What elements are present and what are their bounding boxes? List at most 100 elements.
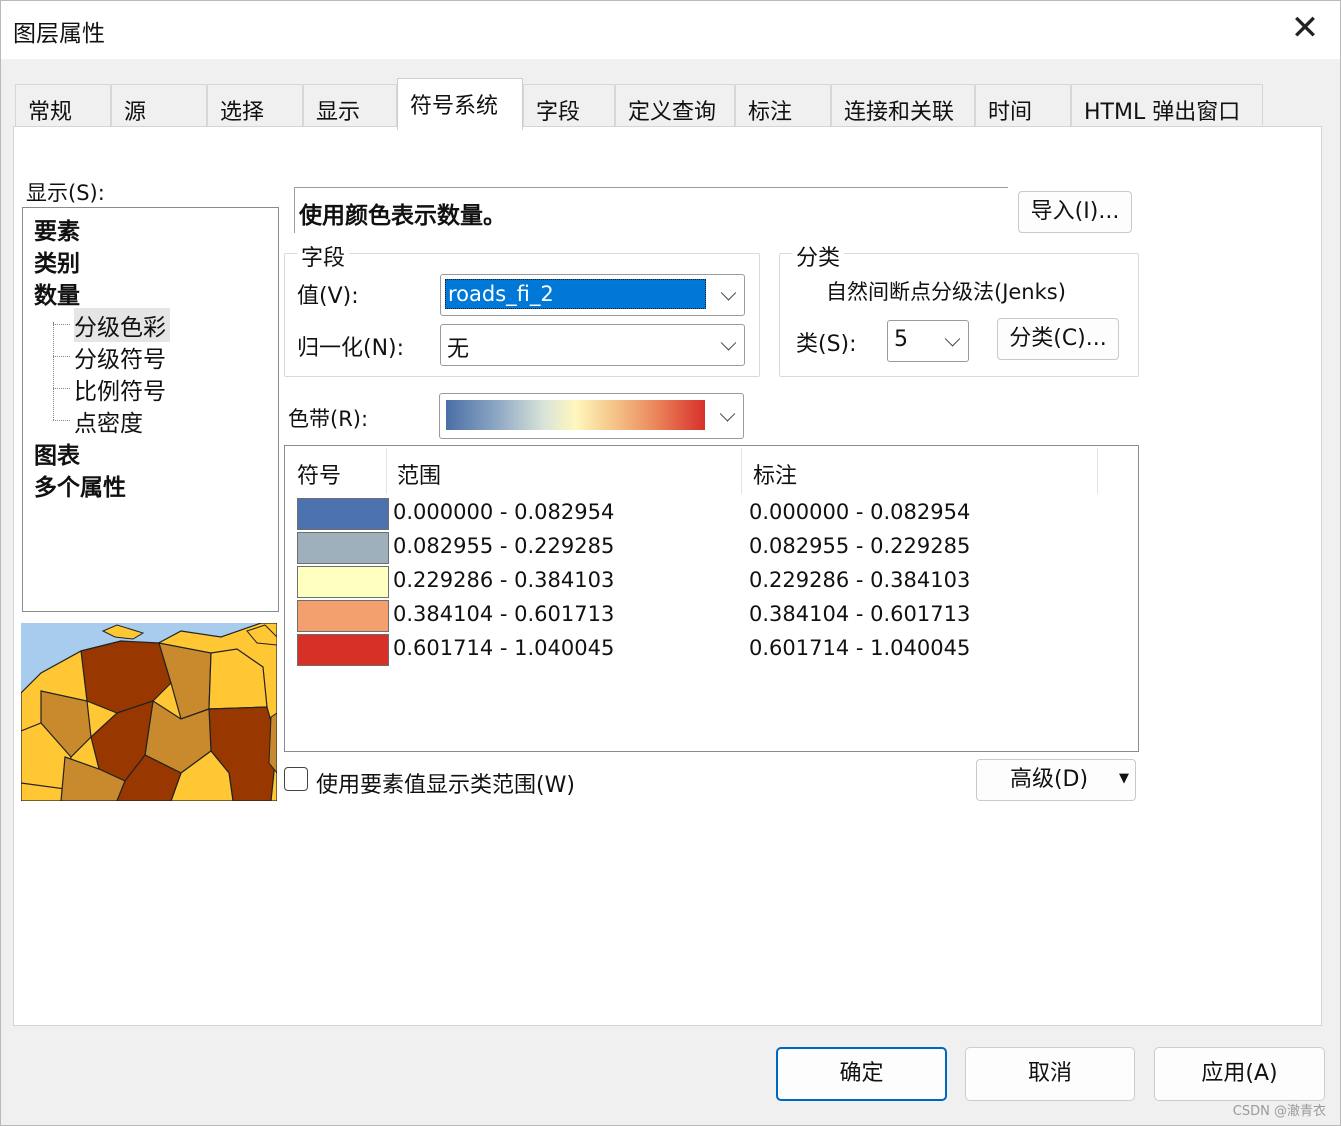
column-header-symbol[interactable]: 符号	[297, 458, 341, 490]
advanced-button-label: 高级(D)	[1009, 767, 1089, 792]
map-preview-image	[21, 623, 277, 801]
chevron-down-icon	[719, 406, 736, 422]
color-ramp-gradient	[446, 400, 705, 430]
label-cell[interactable]: 0.384104 - 0.601713	[749, 602, 970, 626]
tree-item-multiple-attributes[interactable]: 多个属性	[34, 468, 126, 502]
tab-fields[interactable]: 字段	[523, 84, 615, 128]
symbol-swatch[interactable]	[297, 498, 389, 530]
tab-label: 源	[124, 100, 147, 125]
tab-label: 常规	[28, 100, 73, 125]
tab-symbology[interactable]: 符号系统	[397, 78, 523, 130]
tab-time[interactable]: 时间	[975, 84, 1071, 128]
tree-connector	[53, 322, 54, 420]
tab-label: 定义查询	[628, 100, 717, 125]
range-cell[interactable]: 0.384104 - 0.601713	[393, 602, 614, 626]
tab-definition-query[interactable]: 定义查询	[615, 84, 735, 128]
show-label: 显示(S):	[26, 181, 105, 205]
tree-item-features[interactable]: 要素	[34, 212, 80, 246]
watermark: CSDN @澈青衣	[1232, 1104, 1326, 1119]
tree-item-graduated-colors[interactable]: 分级色彩	[74, 308, 170, 342]
color-ramp-label: 色带(R):	[288, 407, 369, 431]
tree-item-quantities[interactable]: 数量	[34, 276, 80, 310]
classes-count-select[interactable]: 5	[887, 320, 969, 362]
use-feature-values-checkbox[interactable]	[284, 767, 308, 791]
tree-connector	[53, 356, 70, 357]
tab-source[interactable]: 源	[111, 84, 207, 128]
range-cell[interactable]: 0.000000 - 0.082954	[393, 500, 614, 524]
chevron-down-icon	[944, 331, 961, 347]
symbol-swatch[interactable]	[297, 532, 389, 564]
classes-label: 类(S):	[796, 332, 857, 357]
symbol-swatch[interactable]	[297, 566, 389, 598]
tab-label: 字段	[536, 100, 581, 125]
value-label: 值(V):	[297, 284, 359, 309]
label-cell[interactable]: 0.082955 - 0.229285	[749, 534, 970, 558]
value-field-select[interactable]: roads_fi_2	[440, 274, 745, 316]
tab-strip: 常规 源 选择 显示 符号系统 字段 定义查询 标注 连接和关联 时间 HTML…	[15, 78, 1265, 130]
tab-label: 选择	[220, 100, 265, 125]
tab-joins-relates[interactable]: 连接和关联	[831, 84, 975, 128]
tree-item-graduated-symbols[interactable]: 分级符号	[74, 340, 166, 374]
normalization-value: 无	[447, 337, 470, 362]
advanced-button[interactable]: 高级(D) ▼	[976, 759, 1136, 801]
tree-item-categories[interactable]: 类别	[34, 244, 80, 278]
tab-label: 显示	[316, 100, 361, 125]
label-cell[interactable]: 0.229286 - 0.384103	[749, 568, 970, 592]
tab-label: HTML 弹出窗口	[1084, 100, 1241, 125]
normalization-label: 归一化(N):	[297, 336, 405, 361]
symbology-preview-map	[21, 623, 277, 801]
color-ramp-select[interactable]	[439, 393, 744, 439]
apply-button[interactable]: 应用(A)	[1154, 1047, 1325, 1101]
symbology-panel: 显示(S): 要素 类别 数量 分级色彩 分级符号 比例符号 点密度 图表 多个…	[13, 126, 1322, 1026]
tab-label: 标注	[748, 100, 793, 125]
classification-group: 分类 自然间断点分级法(Jenks) 类(S): 5 分类(C)...	[779, 240, 1139, 377]
tree-connector	[53, 420, 70, 421]
classes-count-value: 5	[894, 327, 908, 352]
tree-item-proportional-symbols[interactable]: 比例符号	[74, 372, 166, 406]
tab-html-popup[interactable]: HTML 弹出窗口	[1071, 84, 1263, 128]
symbol-swatch[interactable]	[297, 634, 389, 666]
label-cell[interactable]: 0.601714 - 1.040045	[749, 636, 970, 660]
tree-item-charts[interactable]: 图表	[34, 436, 80, 470]
label-cell[interactable]: 0.000000 - 0.082954	[749, 500, 970, 524]
close-button[interactable]: ✕	[1282, 7, 1328, 53]
close-icon: ✕	[1290, 8, 1320, 48]
column-header-label[interactable]: 标注	[753, 458, 797, 490]
tree-connector	[53, 388, 70, 389]
column-divider	[1097, 448, 1098, 494]
tree-item-dot-density[interactable]: 点密度	[74, 404, 143, 438]
tab-labels[interactable]: 标注	[735, 84, 831, 128]
tab-display[interactable]: 显示	[303, 84, 397, 128]
use-feature-values-label: 使用要素值显示类范围(W)	[316, 773, 575, 798]
field-group: 字段 值(V): roads_fi_2 归一化(N): 无	[284, 240, 760, 377]
import-button[interactable]: 导入(I)...	[1018, 191, 1132, 233]
tab-general[interactable]: 常规	[15, 84, 111, 128]
tab-label: 符号系统	[410, 94, 499, 119]
title-bar: 图层属性 ✕	[1, 1, 1340, 59]
column-header-range[interactable]: 范围	[397, 458, 441, 490]
symbol-swatch[interactable]	[297, 600, 389, 632]
classify-button[interactable]: 分类(C)...	[997, 318, 1119, 360]
range-cell[interactable]: 0.082955 - 0.229285	[393, 534, 614, 558]
range-cell[interactable]: 0.229286 - 0.384103	[393, 568, 614, 592]
classification-method: 自然间断点分级法(Jenks)	[826, 280, 1066, 304]
tab-selection[interactable]: 选择	[207, 84, 303, 128]
cancel-button[interactable]: 取消	[965, 1047, 1135, 1101]
normalization-select[interactable]: 无	[440, 324, 745, 366]
ok-button[interactable]: 确定	[776, 1047, 947, 1101]
layer-properties-dialog: 图层属性 ✕ 常规 源 选择 显示 符号系统 字段 定义查询 标注 连接和关联 …	[0, 0, 1341, 1126]
show-tree[interactable]: 要素 类别 数量 分级色彩 分级符号 比例符号 点密度 图表 多个属性	[22, 207, 279, 612]
class-legend-table[interactable]: 符号 范围 标注 0.000000 - 0.082954 0.000000 - …	[284, 445, 1139, 752]
column-divider	[386, 448, 387, 494]
value-field-selected: roads_fi_2	[445, 279, 706, 309]
dropdown-arrow-icon: ▼	[1119, 771, 1129, 786]
chevron-down-icon	[720, 285, 737, 301]
range-cell[interactable]: 0.601714 - 1.040045	[393, 636, 614, 660]
field-group-title: 字段	[297, 240, 350, 272]
tab-label: 连接和关联	[844, 100, 955, 125]
tab-label: 时间	[988, 100, 1033, 125]
chevron-down-icon	[720, 335, 737, 351]
renderer-description: 使用颜色表示数量。	[294, 187, 1008, 233]
tree-connector	[53, 324, 70, 325]
column-divider	[741, 448, 742, 494]
